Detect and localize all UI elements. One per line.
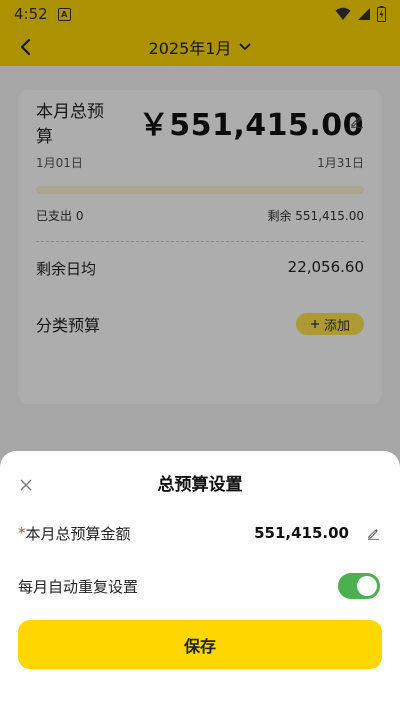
edit-icon[interactable]	[367, 527, 380, 540]
monthly-repeat-label: 每月自动重复设置	[18, 577, 139, 596]
budget-amount-value[interactable]: 551,415.00	[254, 524, 349, 542]
sheet-header: 总预算设置	[0, 473, 400, 497]
close-icon	[20, 479, 32, 491]
close-button[interactable]	[14, 473, 38, 497]
required-mark: *	[18, 524, 26, 542]
save-button[interactable]: 保存	[18, 620, 382, 669]
budget-settings-sheet: 总预算设置 * 本月总预算金额 551,415.00 每月自动重复设置 保存	[0, 451, 400, 712]
toggle-knob	[357, 576, 377, 596]
budget-amount-label: 本月总预算金额	[25, 524, 131, 543]
monthly-repeat-row: 每月自动重复设置	[18, 572, 380, 600]
monthly-repeat-toggle[interactable]	[338, 573, 380, 599]
sheet-title: 总预算设置	[157, 475, 243, 495]
budget-amount-row[interactable]: * 本月总预算金额 551,415.00	[18, 521, 380, 545]
